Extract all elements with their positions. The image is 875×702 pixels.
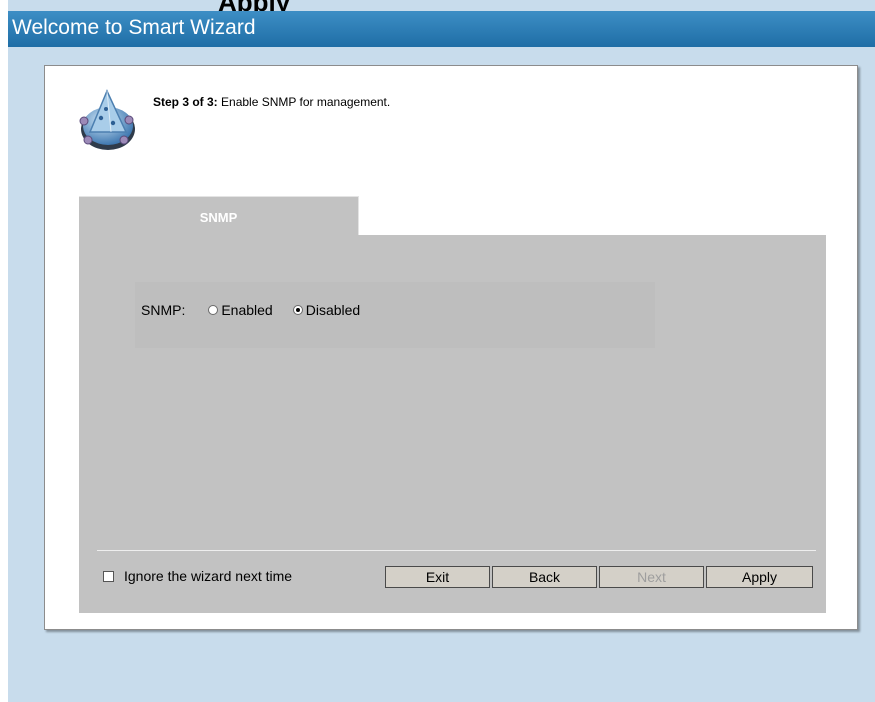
step-description: Enable SNMP for management. xyxy=(217,95,391,109)
snmp-label: SNMP: xyxy=(141,302,186,318)
ignore-wizard-label: Ignore the wizard next time xyxy=(124,568,293,584)
apply-button[interactable]: Apply xyxy=(706,566,813,588)
tab-snmp-label: SNMP xyxy=(199,210,238,225)
exit-button[interactable]: Exit xyxy=(385,566,490,588)
wizard-panel: Step 3 of 3: Enable SNMP for management.… xyxy=(44,65,858,630)
step-label: Step 3 of 3: xyxy=(153,95,218,109)
ignore-wizard-checkbox[interactable] xyxy=(103,570,114,582)
footer-divider xyxy=(97,550,816,551)
snmp-disabled-label: Disabled xyxy=(305,302,361,318)
snmp-enabled-label: Enabled xyxy=(221,302,273,318)
snmp-enabled-option[interactable]: Enabled xyxy=(208,302,273,318)
back-button[interactable]: Back xyxy=(492,566,597,588)
title-bar: Welcome to Smart Wizard xyxy=(8,11,875,47)
snmp-disabled-option[interactable]: Disabled xyxy=(292,302,361,318)
window-title: Welcome to Smart Wizard xyxy=(12,16,256,39)
step-text: Step 3 of 3: Enable SNMP for management. xyxy=(153,95,390,109)
snmp-setting-row: SNMP: Enabled Disabled xyxy=(141,302,360,318)
next-button[interactable]: Next xyxy=(599,566,704,588)
snmp-disabled-radio[interactable] xyxy=(292,305,303,315)
tab-snmp[interactable]: SNMP xyxy=(79,196,359,236)
wizard-icon xyxy=(79,89,135,150)
tab-content: SNMP: Enabled Disabled Ignore the wizard… xyxy=(79,235,826,613)
snmp-enabled-radio[interactable] xyxy=(208,305,219,315)
ignore-wizard-option[interactable]: Ignore the wizard next time xyxy=(103,568,292,584)
page-background: Apply Welcome to Smart Wizard Step 3 of … xyxy=(8,0,875,702)
